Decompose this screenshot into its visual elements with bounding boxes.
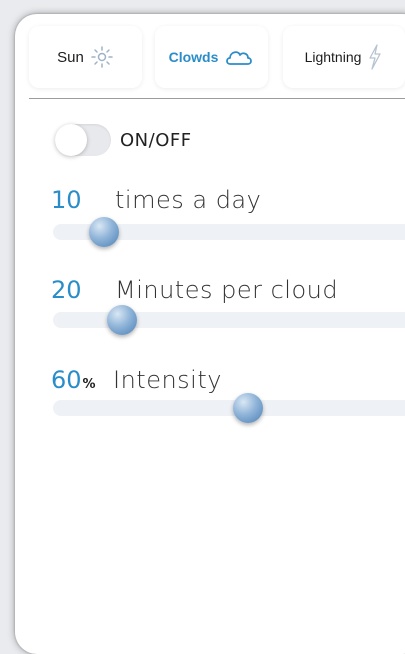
slider-thumb[interactable] bbox=[107, 305, 137, 335]
settings-panel: Sun Clowds Lightning ON/OFF 10 times a d… bbox=[15, 14, 405, 654]
weather-tabs: Sun Clowds Lightning bbox=[15, 14, 405, 98]
setting-label-intensity: Intensity bbox=[113, 366, 222, 394]
setting-value-unit: % bbox=[82, 377, 96, 392]
slider-intensity[interactable] bbox=[53, 393, 405, 423]
slider-minutes-per-cloud[interactable] bbox=[53, 305, 405, 335]
tab-clouds[interactable]: Clowds bbox=[155, 26, 268, 88]
lightning-icon bbox=[369, 44, 382, 70]
setting-value-minutes: 20 bbox=[51, 276, 83, 304]
setting-value-number: 20 bbox=[51, 276, 82, 304]
setting-value-number: 10 bbox=[51, 186, 82, 214]
tab-lightning[interactable]: Lightning bbox=[283, 26, 405, 88]
tab-clouds-label: Clowds bbox=[168, 49, 219, 65]
on-off-toggle[interactable] bbox=[55, 124, 111, 156]
toggle-label: ON/OFF bbox=[120, 130, 192, 151]
slider-thumb[interactable] bbox=[89, 217, 119, 247]
tab-sun[interactable]: Sun bbox=[29, 26, 142, 88]
setting-value-times: 10 bbox=[51, 186, 83, 214]
setting-value-number: 60 bbox=[51, 366, 82, 394]
setting-label-minutes: Minutes per cloud bbox=[115, 276, 339, 304]
slider-times-a-day[interactable] bbox=[53, 217, 405, 247]
setting-label-times: times a day bbox=[115, 186, 262, 214]
tab-sun-label: Sun bbox=[57, 48, 84, 66]
slider-thumb[interactable] bbox=[233, 393, 263, 423]
tab-divider bbox=[29, 98, 405, 99]
toggle-knob bbox=[55, 124, 87, 156]
tab-lightning-label: Lightning bbox=[304, 49, 362, 65]
cloud-icon bbox=[226, 51, 253, 65]
sun-icon bbox=[91, 46, 113, 68]
setting-value-intensity: 60% bbox=[51, 366, 96, 394]
